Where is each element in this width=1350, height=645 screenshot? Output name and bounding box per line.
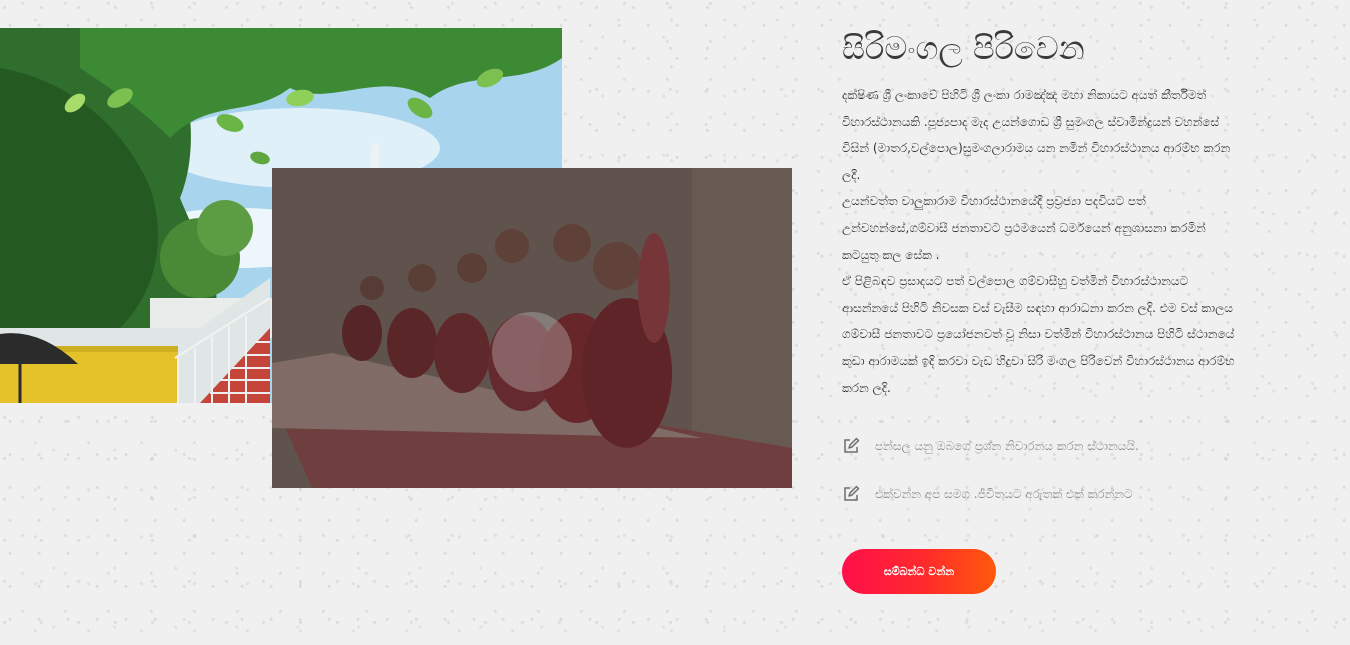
feature-text: එක්වන්න අප සමග .ජීවිතයට අරුතක් එක් කරන්න… <box>875 486 1133 501</box>
description-paragraph: දක්ෂිණ ශ්‍රී ලංකාවේ පිහිටි ශ්‍රී ලංකා රා… <box>842 88 1231 182</box>
contact-button[interactable]: සම්බන්ධ වන්න <box>842 549 996 594</box>
description-paragraph: ඒ පිළිබඳව ප්‍රසාදයට පත් වල්පොල ගම්වාසීහු… <box>842 274 1235 395</box>
feature-item: පන්සල යනු ඔබගේ ප්‍රශ්න නිවාරනය කරන ස්ථාන… <box>842 432 1262 460</box>
feature-item: එක්වන්න අප සමග .ජීවිතයට අරුතක් එක් කරන්න… <box>842 480 1262 508</box>
edit-icon <box>844 485 860 501</box>
about-section: සිරිමංගල පිරිවෙන දක්ෂිණ ශ්‍රී ලංකාවේ පිහ… <box>842 26 1242 401</box>
page-title: සිරිමංගල පිරිවෙන <box>842 29 1085 67</box>
about-description: දක්ෂිණ ශ්‍රී ලංකාවේ පිහිටි ශ්‍රී ලංකා රා… <box>842 82 1242 401</box>
edit-icon <box>844 437 860 453</box>
play-button[interactable] <box>492 312 572 392</box>
feature-list: පන්සල යනු ඔබගේ ප්‍රශ්න නිවාරනය කරන ස්ථාන… <box>842 432 1262 528</box>
feature-text: පන්සල යනු ඔබගේ ප්‍රශ්න නිවාරනය කරන ස්ථාන… <box>875 438 1139 453</box>
description-paragraph: උයන්වත්ත වාලුකාරාම විහාරස්ථානයේදී ප්‍රව්… <box>842 194 1206 262</box>
video-thumbnail[interactable] <box>272 168 792 488</box>
